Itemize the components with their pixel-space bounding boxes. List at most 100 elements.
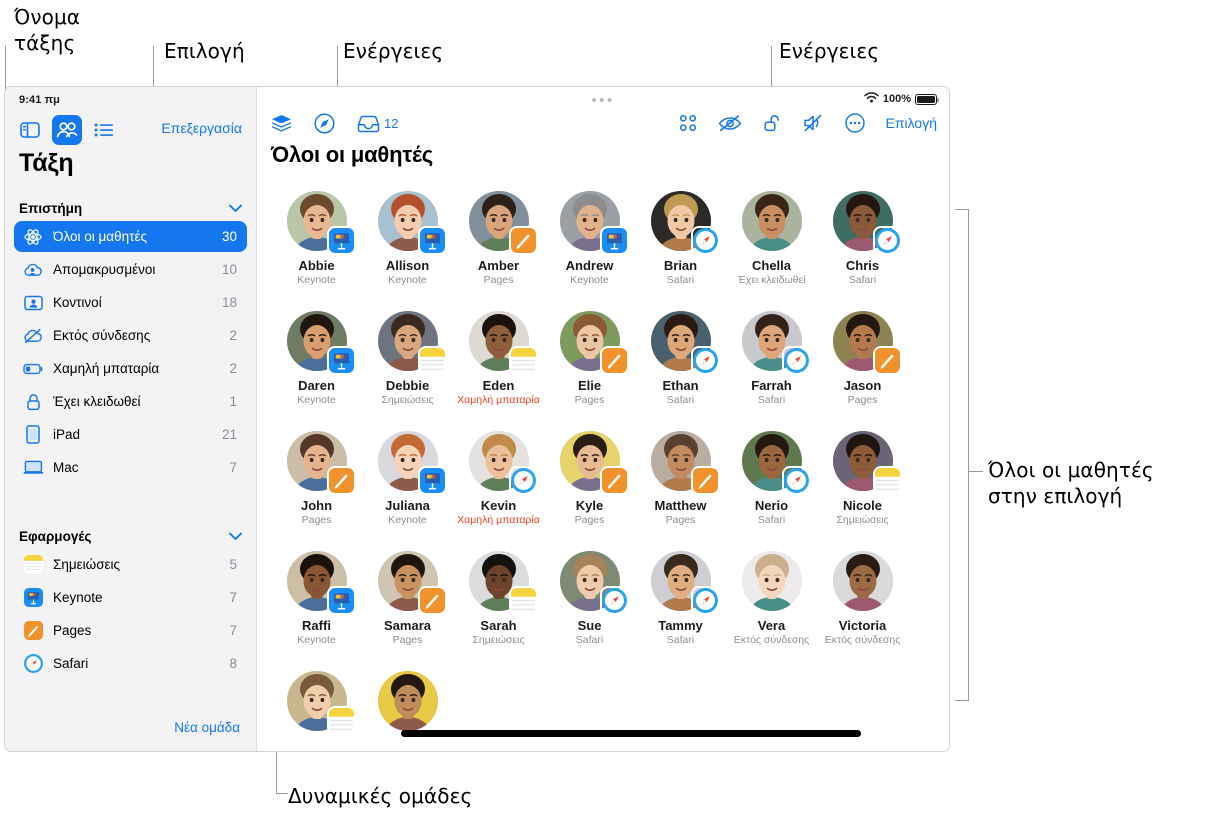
avatar-wrap xyxy=(377,431,445,493)
student-card[interactable]: Jason Pages xyxy=(817,303,908,423)
avatar-wrap xyxy=(377,671,438,731)
sidebar-item-mac[interactable]: Mac 7 xyxy=(14,452,247,483)
chevron-down-icon[interactable] xyxy=(229,528,242,546)
student-card[interactable]: Brian Safari xyxy=(635,183,726,303)
avatar-wrap xyxy=(286,551,354,613)
sidebar-item-low-battery[interactable]: Χαμηλή μπαταρία 2 xyxy=(14,353,247,384)
sidebar-item-keynote[interactable]: Keynote 7 xyxy=(14,582,247,613)
cloud-slash-icon xyxy=(22,325,44,347)
sidebar-item-label: Απομακρυσμένοι xyxy=(53,262,156,277)
student-name: Abbie xyxy=(298,258,335,273)
student-card[interactable]: Elie Pages xyxy=(544,303,635,423)
student-card[interactable]: Debbie Σημειώσεις xyxy=(362,303,453,423)
avatar-wrap xyxy=(377,311,445,373)
student-card[interactable]: Sarah Σημειώσεις xyxy=(453,543,544,663)
eye-slash-icon[interactable] xyxy=(718,114,742,132)
sidebar-item-offline[interactable]: Εκτός σύνδεσης 2 xyxy=(14,320,247,351)
student-card[interactable]: Juliana Keynote xyxy=(362,423,453,543)
student-card[interactable]: Daren Keynote xyxy=(271,303,362,423)
avatar-wrap xyxy=(741,311,809,373)
student-status: Keynote xyxy=(297,274,336,286)
student-card[interactable]: Sue Safari xyxy=(544,543,635,663)
keynote-app-icon xyxy=(22,587,44,609)
app-badge-pages-icon xyxy=(601,468,627,493)
avatar xyxy=(377,671,438,731)
unlock-icon[interactable] xyxy=(763,114,782,133)
student-grid: Abbie Keynote Allison Keynote Amber Pages xyxy=(257,183,949,751)
student-card[interactable]: Chella Έχει κλειδωθεί xyxy=(726,183,817,303)
sidebar-item-nearby[interactable]: Κοντινοί 18 xyxy=(14,287,247,318)
horizontal-scrollbar[interactable] xyxy=(401,730,861,737)
new-group-button[interactable]: Νέα ομάδα xyxy=(174,720,240,735)
app-badge-safari-icon xyxy=(601,588,627,613)
student-card[interactable]: Vera Εκτός σύνδεσης xyxy=(726,543,817,663)
student-status: Έχει κλειδωθεί xyxy=(737,274,806,286)
mute-icon[interactable] xyxy=(803,114,824,132)
student-card[interactable]: Nicole Σημειώσεις xyxy=(817,423,908,543)
sidebar-item-label: Pages xyxy=(53,623,92,638)
avatar-wrap xyxy=(741,551,802,611)
sidebar-item-ipad[interactable]: iPad 21 xyxy=(14,419,247,450)
sidebar-item-notes[interactable]: Σημειώσεις 5 xyxy=(14,549,247,580)
status-bar-right: 100% xyxy=(864,92,939,106)
student-card[interactable] xyxy=(362,663,453,751)
student-card[interactable]: Eden Χαμηλή μπαταρία xyxy=(453,303,544,423)
student-card[interactable]: Raffi Keynote xyxy=(271,543,362,663)
student-status: Pages xyxy=(483,274,514,286)
sidebar-item-locked[interactable]: Έχει κλειδωθεί 1 xyxy=(14,386,247,417)
battery-percent-label: 100% xyxy=(882,93,911,105)
people-view-icon[interactable] xyxy=(52,115,82,145)
student-status: Safari xyxy=(757,514,786,526)
toolbar-right: Επιλογή xyxy=(679,113,937,133)
sidebar-item-label: Κοντινοί xyxy=(53,295,102,310)
navigate-icon[interactable] xyxy=(314,113,335,134)
multitasking-dots-icon[interactable]: ••• xyxy=(591,93,614,108)
selection-button[interactable]: Επιλογή xyxy=(886,115,937,131)
student-status: Safari xyxy=(575,634,604,646)
sidebar-item-count: 7 xyxy=(229,623,237,638)
student-status: Pages xyxy=(392,634,423,646)
student-name: Brian xyxy=(663,258,698,273)
sidebar-item-pages[interactable]: Pages 7 xyxy=(14,615,247,646)
sidebar-item-remote[interactable]: Απομακρυσμένοι 10 xyxy=(14,254,247,285)
student-card[interactable]: Amber Pages xyxy=(453,183,544,303)
app-badge-keynote-icon xyxy=(328,228,354,253)
lock-icon xyxy=(22,391,44,413)
app-badge-notes-icon xyxy=(874,468,900,493)
grid-apps-icon[interactable] xyxy=(679,114,697,132)
student-card[interactable]: Victoria Εκτός σύνδεσης xyxy=(817,543,908,663)
student-name: Victoria xyxy=(838,618,887,633)
student-card[interactable]: Kevin Χαμηλή μπαταρία xyxy=(453,423,544,543)
student-card[interactable]: Andrew Keynote xyxy=(544,183,635,303)
student-card[interactable]: John Pages xyxy=(271,423,362,543)
student-card[interactable]: Matthew Pages xyxy=(635,423,726,543)
sidebar-item-count: 21 xyxy=(221,427,237,442)
atom-icon xyxy=(22,226,44,248)
student-card[interactable]: Farrah Safari xyxy=(726,303,817,423)
student-card[interactable]: Ethan Safari xyxy=(635,303,726,423)
student-status: Σημειώσεις xyxy=(836,514,889,526)
student-card[interactable]: Abbie Keynote xyxy=(271,183,362,303)
sidebar-item-safari[interactable]: Safari 8 xyxy=(14,648,247,679)
student-card[interactable]: Nerio Safari xyxy=(726,423,817,543)
page-title: Τάξη xyxy=(19,149,74,177)
more-circle-icon[interactable] xyxy=(844,113,865,133)
student-card[interactable]: Chris Safari xyxy=(817,183,908,303)
sidebar-item-count: 1 xyxy=(229,394,237,409)
inbox-icon[interactable]: 12 xyxy=(357,115,398,133)
chevron-down-icon[interactable] xyxy=(229,200,242,218)
edit-button[interactable]: Επεξεργασία xyxy=(161,120,242,136)
sidebar-item-all-students[interactable]: Όλοι οι μαθητές 30 xyxy=(14,221,247,252)
list-view-icon[interactable] xyxy=(89,115,119,145)
avatar-wrap xyxy=(468,431,536,493)
layers-icon[interactable] xyxy=(271,114,292,133)
student-card[interactable]: Kyle Pages xyxy=(544,423,635,543)
student-name: Jason xyxy=(843,378,882,393)
wifi-icon xyxy=(864,92,879,106)
student-card[interactable]: Allison Keynote xyxy=(362,183,453,303)
student-card[interactable]: Tammy Safari xyxy=(635,543,726,663)
student-row: Abbie Keynote Allison Keynote Amber Pages xyxy=(271,183,949,303)
split-view-icon[interactable] xyxy=(15,115,45,145)
student-card[interactable] xyxy=(271,663,362,751)
student-card[interactable]: Samara Pages xyxy=(362,543,453,663)
